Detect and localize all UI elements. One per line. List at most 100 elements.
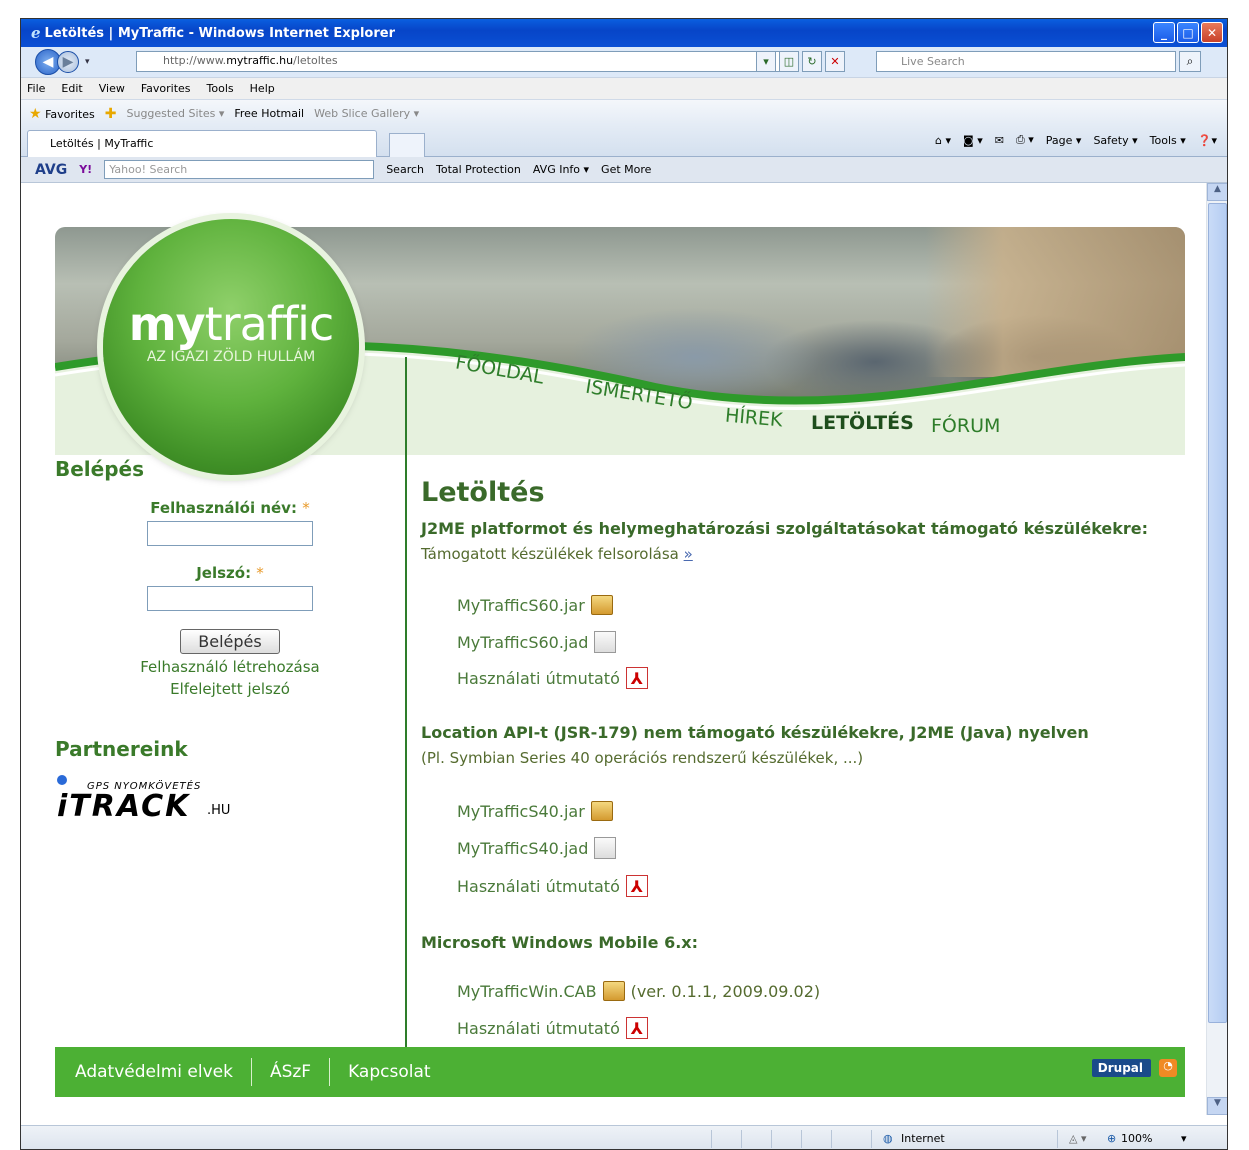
username-input[interactable] (147, 521, 313, 546)
file-s40-jar[interactable]: MyTrafficS40.jar (457, 801, 613, 821)
add-favorite-icon[interactable]: ✚ (105, 106, 117, 122)
site-logo[interactable]: mytraffic AZ IGAZI ZÖLD HULLÁM (103, 219, 359, 475)
forgot-password-link[interactable]: Elfelejtett jelszó (55, 680, 405, 698)
live-search-input[interactable]: Live Search (876, 51, 1176, 72)
avg-info-button[interactable]: AVG Info ▾ (533, 163, 589, 176)
nav-forum[interactable]: FÓRUM (931, 415, 1000, 437)
total-protection-button[interactable]: Total Protection (436, 163, 521, 176)
tab-letoltes[interactable]: Letöltés | MyTraffic (27, 130, 377, 157)
supported-devices-link[interactable]: » (684, 545, 693, 563)
menu-help[interactable]: Help (250, 82, 275, 95)
favorites-button[interactable]: ★ Favorites (29, 106, 95, 122)
menu-file[interactable]: File (27, 82, 45, 95)
search-icon[interactable]: ⌕ (1179, 51, 1201, 72)
username-label: Felhasználói név: * (150, 499, 310, 517)
password-input[interactable] (147, 586, 313, 611)
avg-search-button[interactable]: Search (386, 163, 424, 176)
itrack-partner-logo[interactable]: GPS NYOMKÖVETÉS iTRACK .HU (57, 775, 297, 855)
section-2-subtitle: (Pl. Symbian Series 40 operációs rendsze… (421, 749, 864, 767)
history-dropdown-icon[interactable]: ▾ (85, 57, 90, 67)
file-s60-manual[interactable]: Használati útmutató ⅄ (457, 667, 648, 689)
nav-hirek[interactable]: HÍREK (724, 405, 783, 432)
logo-rest: traffic (204, 297, 335, 351)
zoom-icon[interactable]: ⊕ (1107, 1132, 1116, 1145)
free-hotmail-link[interactable]: Free Hotmail (234, 107, 304, 120)
file-win-manual[interactable]: Használati útmutató ⅄ (457, 1017, 648, 1039)
sidebar: Belépés Felhasználói név: * Jelszó: * Be… (55, 457, 405, 824)
drupal-badge[interactable]: Drupal (1091, 1059, 1151, 1077)
browser-window: e Letöltés | MyTraffic - Windows Interne… (20, 18, 1228, 1150)
cab-icon (602, 981, 625, 1001)
help-icon[interactable]: ❓▾ (1198, 134, 1217, 147)
suggested-sites-link[interactable]: Suggested Sites ▾ (127, 107, 225, 120)
jad-icon (594, 631, 617, 653)
protected-mode-icon[interactable]: ◬ ▾ (1069, 1132, 1086, 1145)
nav-foodal[interactable]: FŐOLDAL (454, 351, 546, 388)
tools-menu[interactable]: Tools ▾ (1150, 134, 1186, 147)
scroll-thumb[interactable] (1208, 203, 1227, 1023)
page-menu[interactable]: Page ▾ (1046, 134, 1082, 147)
privacy-link[interactable]: Adatvédelmi elvek (75, 1062, 251, 1082)
new-tab-button[interactable] (389, 133, 425, 157)
section-1-subtitle: Támogatott készülékek felsorolása » (421, 545, 693, 563)
yahoo-logo-icon[interactable]: Y! (79, 163, 92, 176)
globe-icon: ◍ (883, 1132, 893, 1145)
section-1-title: J2ME platformot és helymeghatározási szo… (421, 519, 1149, 538)
partner-logo-main: iTRACK (57, 789, 191, 824)
menu-bar: File Edit View Favorites Tools Help (21, 77, 1227, 99)
print-icon[interactable]: ⎙ ▾ (1016, 133, 1034, 147)
menu-edit[interactable]: Edit (61, 82, 82, 95)
avg-logo[interactable]: AVG (35, 162, 67, 178)
yahoo-search-input[interactable]: Yahoo! Search (104, 160, 375, 179)
file-s40-jad[interactable]: MyTrafficS40.jad (457, 837, 617, 859)
zoom-dropdown-icon[interactable]: ▾ (1181, 1132, 1187, 1145)
home-icon[interactable]: ⌂ ▾ (935, 134, 951, 147)
logo-tagline: AZ IGAZI ZÖLD HULLÁM (146, 349, 316, 365)
zone-label: Internet (901, 1132, 945, 1145)
zoom-level[interactable]: 100% (1121, 1132, 1152, 1145)
maximize-button[interactable]: □ (1177, 22, 1199, 43)
rss-icon[interactable]: ◔ (1159, 1059, 1177, 1077)
terms-link[interactable]: ÁSzF (270, 1062, 329, 1082)
forward-button[interactable]: ▶ (57, 51, 79, 73)
password-label: Jelszó: * (196, 564, 264, 582)
avg-toolbar: AVG Y! Yahoo! Search Search Total Protec… (21, 157, 1227, 183)
menu-view[interactable]: View (99, 82, 125, 95)
scroll-down-icon[interactable]: ▼ (1207, 1097, 1227, 1115)
ie-logo-icon: e (31, 24, 41, 42)
nav-ismerteto[interactable]: ISMERTETŐ (584, 376, 694, 415)
tab-bar: Letöltés | MyTraffic ⌂ ▾ ◙ ▾ ✉ ⎙ ▾ Page … (21, 127, 1227, 157)
site-footer: Adatvédelmi elvek ÁSzF Kapcsolat Drupal … (55, 1047, 1185, 1097)
section-3-title: Microsoft Windows Mobile 6.x: (421, 933, 698, 952)
feeds-icon[interactable]: ◙ ▾ (963, 134, 983, 147)
vertical-scrollbar[interactable]: ▲ ▼ (1206, 183, 1227, 1115)
scroll-up-icon[interactable]: ▲ (1207, 183, 1227, 201)
page-content: mytraffic AZ IGAZI ZÖLD HULLÁM FŐOLDAL I… (21, 183, 1207, 1115)
nav-letoltes[interactable]: LETÖLTÉS (811, 412, 914, 434)
pdf-icon: ⅄ (625, 667, 648, 689)
file-s60-jar[interactable]: MyTrafficS60.jar (457, 595, 613, 615)
address-input[interactable]: http://www.mytraffic.hu/letoltes (136, 51, 796, 72)
title-bar: e Letöltés | MyTraffic - Windows Interne… (21, 19, 1227, 47)
create-account-link[interactable]: Felhasználó létrehozása (55, 658, 405, 676)
mail-icon[interactable]: ✉ (995, 134, 1004, 147)
file-win-cab[interactable]: MyTrafficWin.CAB (ver. 0.1.1, 2009.09.02) (457, 981, 820, 1001)
menu-favorites[interactable]: Favorites (141, 82, 191, 95)
address-bar: ◀ ▶ ▾ http://www.mytraffic.hu/letoltes ▾… (21, 47, 1227, 77)
close-button[interactable]: ✕ (1201, 22, 1223, 43)
safety-menu[interactable]: Safety ▾ (1093, 134, 1137, 147)
login-button[interactable]: Belépés (180, 629, 280, 654)
contact-link[interactable]: Kapcsolat (348, 1062, 448, 1082)
stop-icon[interactable]: ✕ (825, 51, 845, 72)
jar-icon (590, 801, 613, 821)
web-slice-gallery-link[interactable]: Web Slice Gallery ▾ (314, 107, 419, 120)
menu-tools[interactable]: Tools (207, 82, 234, 95)
compatibility-view-icon[interactable]: ◫ (779, 51, 799, 72)
file-s40-manual[interactable]: Használati útmutató ⅄ (457, 875, 648, 897)
window-title: Letöltés | MyTraffic - Windows Internet … (44, 25, 396, 41)
address-dropdown-icon[interactable]: ▾ (756, 51, 776, 72)
get-more-button[interactable]: Get More (601, 163, 651, 176)
minimize-button[interactable]: _ (1153, 22, 1175, 43)
file-s60-jad[interactable]: MyTrafficS60.jad (457, 631, 617, 653)
refresh-icon[interactable]: ↻ (802, 51, 822, 72)
